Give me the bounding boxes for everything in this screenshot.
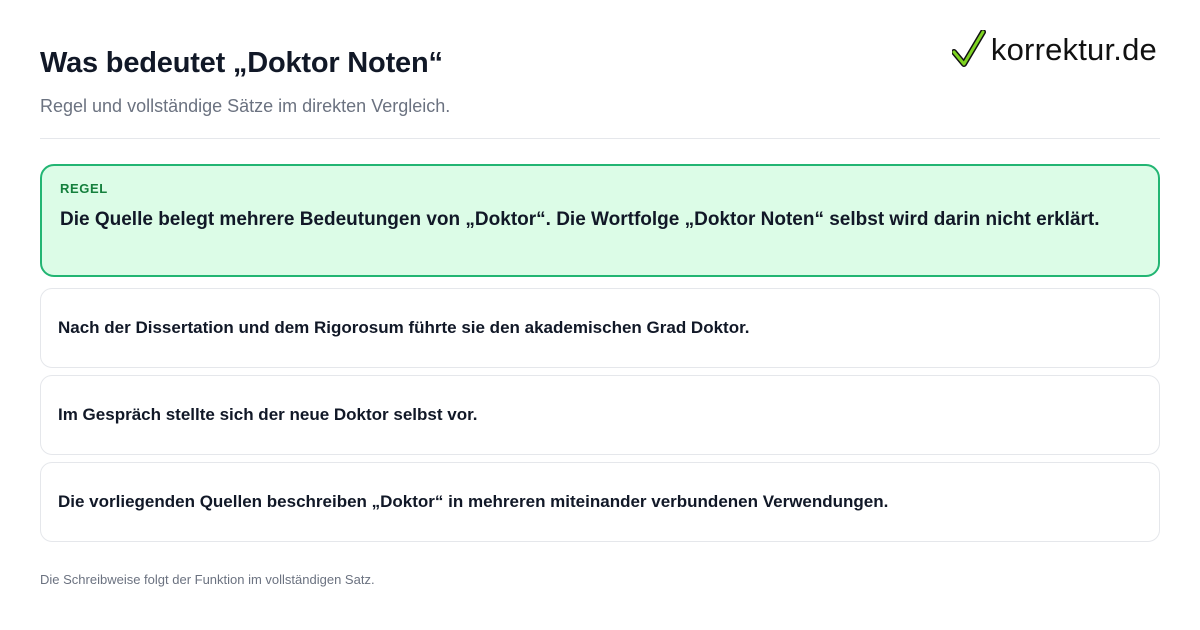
- logo[interactable]: korrektur.de: [951, 30, 1157, 70]
- footer-note: Die Schreibweise folgt der Funktion im v…: [40, 572, 375, 587]
- example-card: Die vorliegenden Quellen beschreiben „Do…: [40, 462, 1160, 542]
- rule-card: REGEL Die Quelle belegt mehrere Bedeutun…: [40, 164, 1160, 277]
- rule-label: REGEL: [60, 181, 108, 196]
- example-sentence: Im Gespräch stellte sich der neue Doktor…: [58, 405, 478, 424]
- example-card: Im Gespräch stellte sich der neue Doktor…: [40, 375, 1160, 455]
- logo-text: korrektur.de: [990, 32, 1157, 67]
- page: Was bedeutet „Doktor Noten“ Regel und vo…: [0, 0, 1200, 630]
- example-sentence: Die vorliegenden Quellen beschreiben „Do…: [58, 492, 889, 511]
- example-card: Nach der Dissertation und dem Rigorosum …: [40, 288, 1160, 368]
- example-sentence: Nach der Dissertation und dem Rigorosum …: [58, 318, 750, 337]
- page-subtitle: Regel und vollständige Sätze im direkten…: [40, 96, 451, 116]
- checkmark-icon: [951, 30, 986, 70]
- rule-text: Die Quelle belegt mehrere Bedeutungen vo…: [60, 209, 1100, 230]
- divider: [40, 138, 1160, 139]
